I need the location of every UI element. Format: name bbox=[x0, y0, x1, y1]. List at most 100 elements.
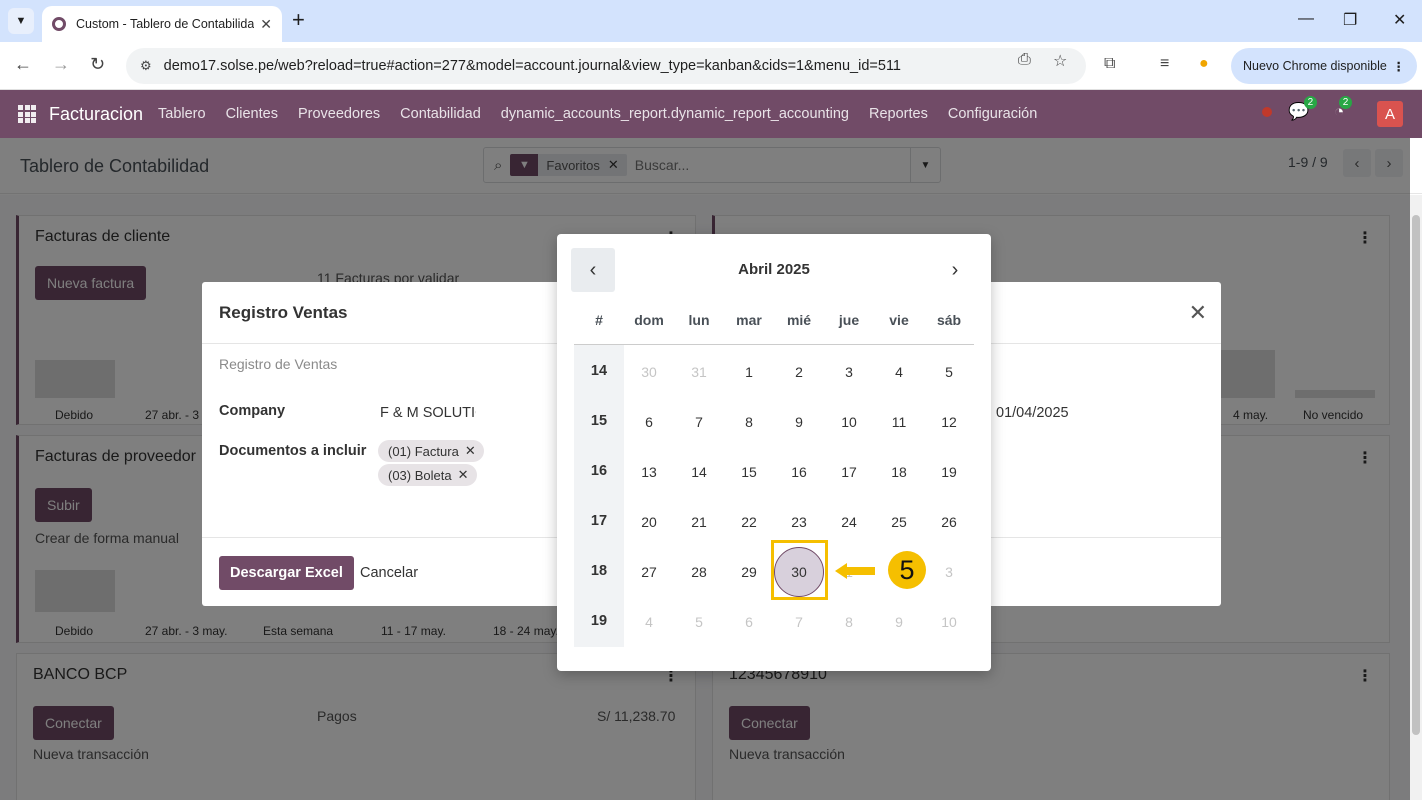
calendar-day[interactable]: 28 bbox=[674, 564, 724, 580]
calendar-day[interactable]: 29 bbox=[724, 564, 774, 580]
calendar-day[interactable]: 5 bbox=[924, 364, 974, 380]
calendar-day[interactable]: 10 bbox=[924, 614, 974, 630]
calendar-day[interactable]: 5 bbox=[674, 614, 724, 630]
calendar-day[interactable]: 6 bbox=[624, 414, 674, 430]
next-month-icon[interactable]: › bbox=[933, 248, 977, 292]
tag-remove-icon[interactable]: ✕ bbox=[458, 467, 469, 483]
menu-reportes[interactable]: Reportes bbox=[869, 106, 928, 122]
calendar-day[interactable]: 8 bbox=[724, 414, 774, 430]
debug-dot-icon[interactable] bbox=[1262, 107, 1272, 117]
page-scrollbar[interactable] bbox=[1410, 195, 1422, 800]
calendar-day[interactable]: 8 bbox=[824, 614, 874, 630]
install-app-icon[interactable]: ⎙ bbox=[1018, 51, 1031, 69]
document-tag: (03) Boleta ✕ bbox=[378, 464, 477, 486]
calendar-day[interactable]: 30 bbox=[624, 364, 674, 380]
calendar-day[interactable]: 24 bbox=[824, 514, 874, 530]
calendar-day[interactable]: 21 bbox=[674, 514, 724, 530]
calendar-day[interactable]: 23 bbox=[774, 514, 824, 530]
calendar-day[interactable]: 16 bbox=[774, 464, 824, 480]
menu-proveedores[interactable]: Proveedores bbox=[298, 106, 380, 122]
media-control-icon[interactable]: ≡ bbox=[1160, 55, 1169, 73]
weekday-header: jue bbox=[838, 312, 860, 328]
calendar-day[interactable]: 19 bbox=[924, 464, 974, 480]
browser-toolbar: ← → ↻ ⚙ demo17.solse.pe/web?reload=true#… bbox=[0, 42, 1422, 90]
annotation-arrow-icon bbox=[835, 563, 875, 579]
calendar-day[interactable]: 4 bbox=[874, 364, 924, 380]
header-divider bbox=[574, 344, 974, 345]
extensions-icon[interactable]: ⧉ bbox=[1104, 55, 1115, 73]
menu-configuracion[interactable]: Configuración bbox=[948, 106, 1037, 122]
menu-tablero[interactable]: Tablero bbox=[158, 106, 206, 122]
week-number: 15 bbox=[590, 413, 608, 429]
download-excel-button[interactable]: Descargar Excel bbox=[219, 556, 354, 590]
week-number: 16 bbox=[590, 463, 608, 479]
user-avatar[interactable]: A bbox=[1377, 101, 1403, 127]
company-field[interactable]: F & M SOLUTIONS bbox=[380, 405, 476, 421]
url-text: demo17.solse.pe/web?reload=true#action=2… bbox=[163, 58, 901, 74]
forward-icon[interactable]: → bbox=[52, 54, 70, 75]
menu-clientes[interactable]: Clientes bbox=[226, 106, 278, 122]
menu-dynamic-reports[interactable]: dynamic_accounts_report.dynamic_report_a… bbox=[501, 106, 849, 122]
calendar-day[interactable]: 26 bbox=[924, 514, 974, 530]
update-label: Nuevo Chrome disponible bbox=[1243, 59, 1387, 73]
dialog-close-icon[interactable]: ✕ bbox=[1189, 300, 1207, 326]
datepicker-month-title[interactable]: Abril 2025 bbox=[557, 261, 991, 278]
calendar-day[interactable]: 22 bbox=[724, 514, 774, 530]
calendar-day[interactable]: 3 bbox=[924, 564, 974, 580]
calendar-day[interactable]: 20 bbox=[624, 514, 674, 530]
address-bar[interactable]: ⚙ demo17.solse.pe/web?reload=true#action… bbox=[126, 48, 1086, 84]
calendar-day[interactable]: 7 bbox=[774, 614, 824, 630]
calendar-day[interactable]: 31 bbox=[674, 364, 724, 380]
site-info-icon[interactable]: ⚙ bbox=[140, 58, 152, 74]
calendar-day[interactable]: 7 bbox=[674, 414, 724, 430]
tag-label: (01) Factura bbox=[388, 443, 459, 459]
calendar-day[interactable]: 2 bbox=[774, 364, 824, 380]
calendar-day[interactable]: 3 bbox=[824, 364, 874, 380]
date-from-field[interactable]: 01/04/2025 bbox=[996, 405, 1069, 421]
week-number: 19 bbox=[590, 613, 608, 629]
weekday-header: mié bbox=[786, 312, 812, 328]
tab-close-icon[interactable]: ✕ bbox=[260, 16, 272, 33]
calendar-day[interactable]: 6 bbox=[724, 614, 774, 630]
scrollbar-thumb[interactable] bbox=[1412, 215, 1420, 735]
calendar-day[interactable]: 12 bbox=[924, 414, 974, 430]
calendar-day[interactable]: 14 bbox=[674, 464, 724, 480]
calendar-day[interactable]: 13 bbox=[624, 464, 674, 480]
browser-tab-active[interactable]: Custom - Tablero de Contabilidad - Odoo … bbox=[42, 6, 282, 42]
new-tab-button[interactable]: + bbox=[292, 9, 305, 31]
calendar-day[interactable]: 11 bbox=[874, 414, 924, 430]
calendar-day[interactable]: 9 bbox=[774, 414, 824, 430]
window-close-icon[interactable]: ✕ bbox=[1393, 10, 1406, 30]
minimize-icon[interactable]: — bbox=[1298, 10, 1314, 28]
more-menu-icon[interactable]: ⋮ bbox=[1393, 59, 1406, 74]
app-grid-icon[interactable] bbox=[18, 105, 36, 123]
calendar-day[interactable]: 10 bbox=[824, 414, 874, 430]
back-icon[interactable]: ← bbox=[14, 54, 32, 75]
calendar-day[interactable]: 17 bbox=[824, 464, 874, 480]
activities-icon[interactable]: ◔ 2 bbox=[1334, 96, 1353, 122]
calendar-day[interactable]: 15 bbox=[724, 464, 774, 480]
messages-icon[interactable]: 💬 2 bbox=[1288, 96, 1318, 122]
step-number-badge: 5 bbox=[888, 551, 926, 589]
week-number: 17 bbox=[590, 513, 608, 529]
menu-contabilidad[interactable]: Contabilidad bbox=[400, 106, 481, 122]
reload-icon[interactable]: ↻ bbox=[90, 54, 105, 75]
weekday-header: dom bbox=[634, 312, 664, 328]
profile-icon[interactable]: ● bbox=[1199, 55, 1209, 73]
calendar-day[interactable]: 4 bbox=[624, 614, 674, 630]
calendar-day[interactable]: 25 bbox=[874, 514, 924, 530]
weekday-header: sáb bbox=[936, 312, 962, 328]
app-brand[interactable]: Facturacion bbox=[49, 104, 143, 125]
calendar-day[interactable]: 1 bbox=[724, 364, 774, 380]
cancel-button[interactable]: Cancelar bbox=[360, 565, 418, 581]
calendar-day[interactable]: 27 bbox=[624, 564, 674, 580]
chrome-update-button[interactable]: Nuevo Chrome disponible ⋮ bbox=[1231, 48, 1417, 84]
restore-icon[interactable]: ❐ bbox=[1343, 10, 1357, 30]
main-menu: Tablero Clientes Proveedores Contabilida… bbox=[158, 90, 1057, 138]
odoo-favicon-icon bbox=[52, 17, 66, 31]
tag-remove-icon[interactable]: ✕ bbox=[465, 443, 476, 459]
calendar-day[interactable]: 9 bbox=[874, 614, 924, 630]
bookmark-star-icon[interactable]: ☆ bbox=[1053, 51, 1067, 71]
tab-search-button[interactable]: ▼ bbox=[8, 8, 34, 34]
calendar-day[interactable]: 18 bbox=[874, 464, 924, 480]
